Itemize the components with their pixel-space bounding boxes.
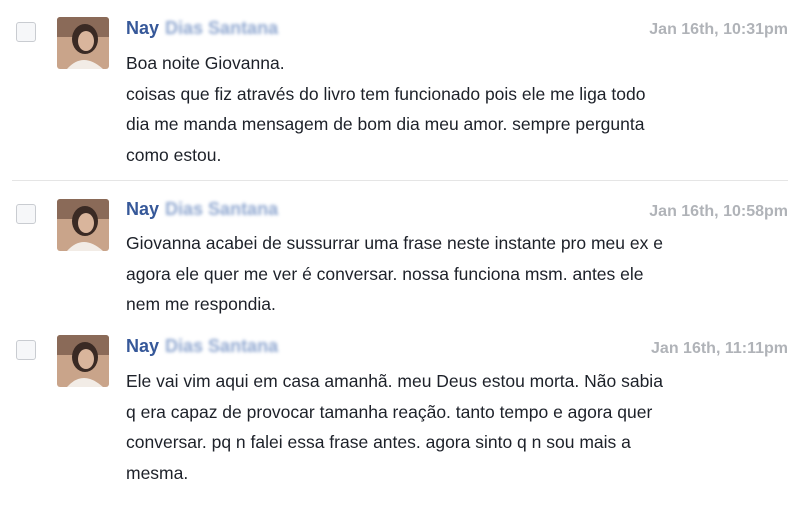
message-line: q era capaz de provocar tamanha reação. … bbox=[126, 401, 653, 422]
message-line: coisas que fiz através do livro tem func… bbox=[126, 83, 646, 104]
message-line: Ele vai vim aqui em casa amanhã. meu Deu… bbox=[126, 371, 663, 391]
message-line: mesma. bbox=[126, 462, 189, 483]
select-message-checkbox[interactable] bbox=[16, 340, 36, 360]
message-timestamp: Jan 16th, 11:11pm bbox=[651, 340, 788, 357]
avatar[interactable] bbox=[57, 17, 109, 69]
sender-last-name-blurred: Dias Santana bbox=[165, 336, 279, 356]
sender-first-name[interactable]: Nay bbox=[126, 199, 159, 219]
message-timestamp: Jan 16th, 10:58pm bbox=[649, 203, 788, 220]
message-line: agora ele quer me ver é conversar. nossa… bbox=[126, 263, 644, 284]
select-message-checkbox[interactable] bbox=[16, 204, 36, 224]
message-line: Boa noite Giovanna. bbox=[126, 53, 285, 73]
message-line: conversar. pq n falei essa frase antes. … bbox=[126, 432, 631, 452]
sender-name[interactable]: Nay Dias Santana bbox=[126, 336, 278, 357]
message-line: Giovanna acabei de sussurrar uma frase n… bbox=[126, 233, 663, 253]
sender-name[interactable]: Nay Dias Santana bbox=[126, 18, 278, 39]
message-line: como estou. bbox=[126, 144, 222, 165]
select-message-checkbox[interactable] bbox=[16, 22, 36, 42]
message-body: Ele vai vim aqui em casa amanhã. meu Deu… bbox=[126, 366, 786, 488]
message-body: Boa noite Giovanna. coisas que fiz atrav… bbox=[126, 48, 786, 170]
message-thread: Nay Dias Santana Jan 16th, 10:31pm Boa no… bbox=[0, 0, 800, 511]
sender-name[interactable]: Nay Dias Santana bbox=[126, 199, 278, 220]
sender-first-name[interactable]: Nay bbox=[126, 336, 159, 356]
message-body: Giovanna acabei de sussurrar uma frase n… bbox=[126, 228, 786, 320]
sender-last-name-blurred: Dias Santana bbox=[165, 18, 279, 38]
message-line: nem me respondia. bbox=[126, 294, 276, 314]
avatar[interactable] bbox=[57, 335, 109, 387]
message-line: dia me manda mensagem de bom dia meu amo… bbox=[126, 114, 645, 134]
sender-first-name[interactable]: Nay bbox=[126, 18, 159, 38]
avatar[interactable] bbox=[57, 199, 109, 251]
message-divider bbox=[12, 180, 788, 181]
message-timestamp: Jan 16th, 10:31pm bbox=[649, 21, 788, 38]
sender-last-name-blurred: Dias Santana bbox=[165, 199, 279, 219]
